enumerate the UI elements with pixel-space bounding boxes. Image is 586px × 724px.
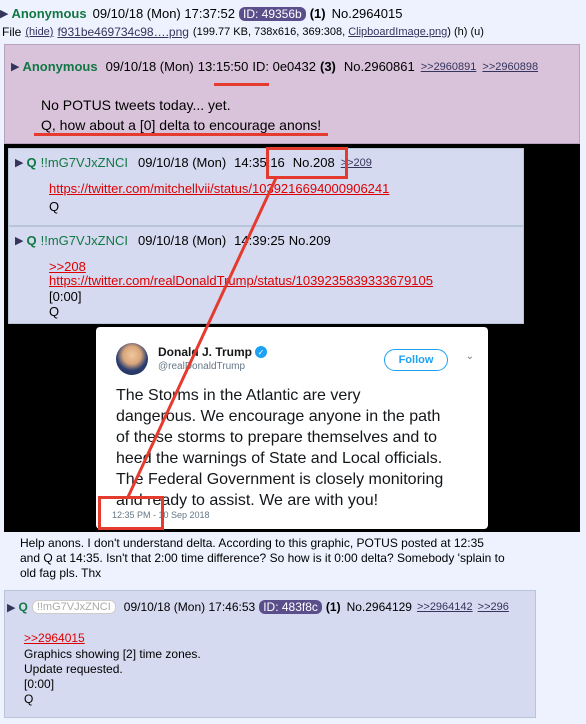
arrow-icon: ▶ — [11, 61, 20, 73]
tweet-line: of these storms to prepare themselves an… — [116, 429, 438, 446]
post-number: No.209 — [288, 233, 331, 248]
follow-button: Follow — [384, 349, 448, 371]
tweet-time-highlight-box — [98, 496, 164, 530]
file-actions[interactable]: ) (h) (u) — [447, 26, 484, 38]
file-hide-link[interactable]: (hide) — [25, 26, 53, 38]
q-signature: Q — [49, 199, 60, 214]
post-number: No.2960861 — [343, 59, 415, 74]
reply-body: Graphics showing [2] time zones. Update … — [24, 647, 201, 707]
arrow-icon[interactable]: ▶ — [0, 7, 8, 20]
poster-name: Anonymous — [11, 6, 87, 21]
tripcode: !!mG7VJxZNCI — [40, 155, 128, 170]
avatar — [116, 343, 148, 375]
post-datetime: 09/10/18 (Mon) 17:37:52 — [92, 6, 235, 21]
post-datetime: 09/10/18 (Mon) 17:46:53 — [123, 600, 256, 614]
reply-line: Graphics showing [2] time zones. — [24, 647, 201, 661]
op-header: ▶ Anonymous 09/10/18 (Mon) 17:37:52 ID: … — [0, 6, 402, 21]
post-line: Q, how about a [0] delta to encourage an… — [41, 117, 322, 133]
backlink: >>2960898 — [482, 60, 539, 73]
quote-link[interactable]: >>2964015 — [24, 631, 85, 645]
tweet-text: The Storms in the Atlantic are very dang… — [116, 385, 443, 511]
op-message: Help anons. I don't understand delta. Ac… — [20, 536, 505, 581]
file-name-link[interactable]: f931be469734c98….png — [57, 25, 188, 39]
poster-name: Anonymous — [22, 59, 98, 74]
underline-message — [34, 133, 328, 136]
tweet-line: dangerous. We encourage anyone in the pa… — [116, 408, 441, 425]
delta-text: [0:00] — [49, 289, 82, 304]
post-number[interactable]: No.2964129 — [347, 600, 412, 614]
post-date: 09/10/18 (Mon) — [138, 155, 227, 170]
backlink[interactable]: >>2964142 — [417, 601, 473, 613]
message-line: Help anons. I don't understand delta. Ac… — [20, 536, 484, 550]
underline-time — [214, 83, 269, 86]
post-date: 09/10/18 (Mon) — [138, 233, 227, 248]
reply-count: (1) — [309, 6, 326, 21]
tweet-display-name: Donald J. Trump — [158, 345, 253, 359]
quoted-post-1: ▶ Anonymous 09/10/18 (Mon) 13:15:50 ID: … — [4, 44, 580, 144]
reply-post: ▶ Q !!mG7VJxZNCI 09/10/18 (Mon) 17:46:53… — [4, 590, 536, 718]
reply-count: (1) — [325, 600, 341, 614]
post-time: 14:39:25 — [234, 233, 285, 248]
q-signature: Q — [49, 304, 60, 319]
post-line: No POTUS tweets today... yet. — [41, 97, 231, 113]
tweet-line: heed the warnings of State and Local off… — [116, 450, 443, 467]
post-time: 13:15:50 — [197, 59, 249, 74]
poster-id: ID: 0e0432 — [252, 59, 316, 74]
id-badge[interactable]: ID: 49356b — [238, 6, 306, 21]
backlink: >>2960891 — [420, 60, 477, 73]
reply-line: [0:00] — [24, 677, 55, 691]
tweet-handle: @realDonaldTrump — [158, 361, 246, 372]
post-date: 09/10/18 (Mon) — [105, 59, 194, 74]
arrow-icon: ▶ — [15, 157, 24, 169]
time-highlight-box — [266, 147, 348, 179]
file-label: File — [2, 25, 22, 39]
id-badge[interactable]: ID: 483f8c — [259, 600, 322, 614]
tweet-line: and ready to assist. We are with you! — [116, 492, 379, 509]
reply-count: (3) — [319, 59, 336, 74]
arrow-icon: ▶ — [15, 235, 24, 247]
file-meta: (199.77 KB, 738x616, 369:308, — [192, 26, 346, 38]
poster-name: Q — [26, 233, 37, 248]
message-line: and Q at 14:35. Isn't that 2:00 time dif… — [20, 551, 505, 565]
verified-badge-icon: ✓ — [255, 346, 268, 358]
reply-line: Q — [24, 692, 34, 706]
attached-image[interactable]: ▶ Anonymous 09/10/18 (Mon) 13:15:50 ID: … — [4, 44, 580, 532]
post-number[interactable]: No.2964015 — [332, 6, 403, 21]
tweet-link: https://twitter.com/mitchellvii/status/1… — [49, 181, 390, 196]
poster-name: Q — [18, 600, 28, 614]
quoted-post-3: ▶ Q !!mG7VJxZNCI 09/10/18 (Mon) 14:39:25… — [8, 226, 524, 324]
file-info-line: File (hide) f931be469734c98….png (199.77… — [2, 25, 484, 39]
tweet-line: The Storms in the Atlantic are very — [116, 387, 361, 404]
reply-line: Update requested. — [24, 662, 123, 676]
file-original-name[interactable]: ClipboardImage.png — [348, 26, 447, 38]
tripcode-badge[interactable]: !!mG7VJxZNCI — [31, 600, 116, 614]
tweet-link: https://twitter.com/realDonaldTrump/stat… — [49, 273, 433, 288]
arrow-icon[interactable]: ▶ — [7, 601, 15, 614]
chevron-down-icon: ⌄ — [465, 351, 474, 362]
quote-link: >>208 — [49, 259, 86, 274]
message-line: old fag pls. Thx — [20, 566, 102, 580]
tweet-line: The Federal Government is closely monito… — [116, 471, 444, 488]
tripcode: !!mG7VJxZNCI — [40, 233, 128, 248]
poster-name: Q — [26, 155, 37, 170]
backlink[interactable]: >>296 — [478, 601, 509, 613]
